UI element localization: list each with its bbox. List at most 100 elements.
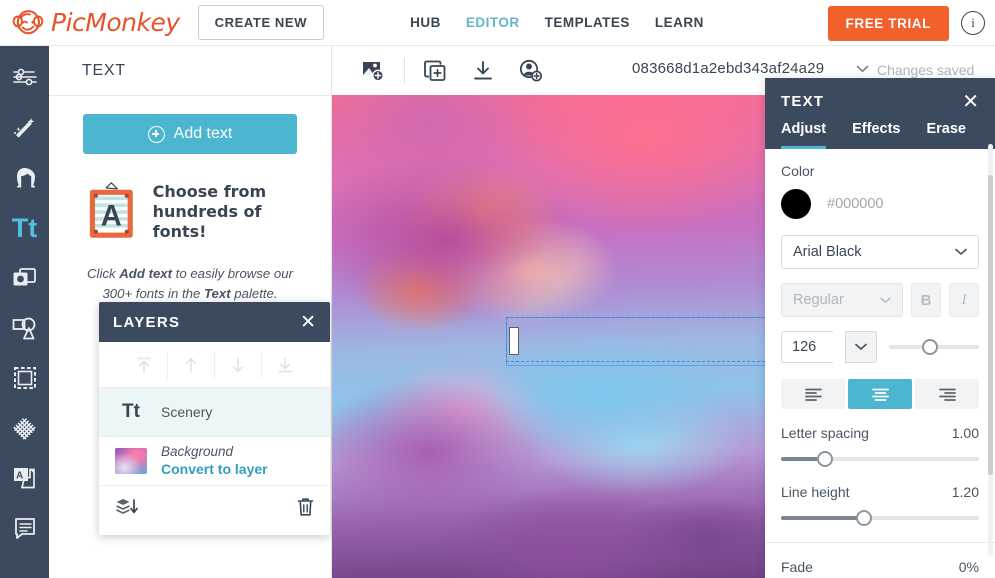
convert-to-layer-link[interactable]: Convert to layer bbox=[161, 461, 268, 477]
topbar-right-group: FREE TRIAL i bbox=[827, 0, 985, 46]
chevron-down-icon[interactable] bbox=[856, 65, 869, 73]
duplicate-button[interactable] bbox=[411, 51, 459, 91]
tool-rail: Tt A bbox=[0, 46, 49, 578]
add-text-button[interactable]: Add text bbox=[83, 114, 297, 154]
main-nav: HUB EDITOR TEMPLATES LEARN bbox=[410, 15, 704, 30]
filename-label[interactable]: 083668d1a2ebd343af24a29 bbox=[632, 60, 824, 77]
share-collaborator-icon bbox=[519, 59, 542, 82]
line-height-label: Line height bbox=[781, 484, 850, 500]
chevron-down-icon bbox=[880, 297, 891, 303]
logo[interactable]: PicMonkey bbox=[0, 8, 180, 37]
nav-item-hub[interactable]: HUB bbox=[410, 15, 441, 30]
align-center-button[interactable] bbox=[848, 379, 912, 409]
panel-scrollbar-thumb[interactable] bbox=[988, 175, 993, 475]
sidebar-item-graphics[interactable] bbox=[5, 310, 45, 346]
close-icon[interactable]: ✕ bbox=[962, 91, 979, 111]
font-family-select[interactable]: Arial Black bbox=[781, 235, 979, 269]
overlay-photo-icon bbox=[13, 267, 36, 285]
svg-text:A: A bbox=[16, 471, 23, 482]
letter-spacing-label: Letter spacing bbox=[781, 425, 869, 441]
promo-line-1: Choose from bbox=[152, 182, 267, 201]
font-family-value: Arial Black bbox=[793, 244, 862, 260]
sidebar-item-adjust[interactable] bbox=[5, 60, 45, 96]
trash-icon bbox=[297, 498, 314, 516]
text-tt-icon: Tt bbox=[11, 212, 38, 243]
picmonkey-editor: PicMonkey CREATE NEW HUB EDITOR TEMPLATE… bbox=[0, 0, 995, 578]
flatten-layers-icon bbox=[116, 499, 138, 514]
adjust-icon bbox=[12, 68, 37, 86]
slider-knob[interactable] bbox=[856, 510, 873, 526]
text-properties-title-row: TEXT ✕ bbox=[765, 78, 995, 111]
color-swatch[interactable] bbox=[781, 189, 811, 219]
sidebar-item-photos[interactable] bbox=[5, 260, 45, 296]
sidebar-item-notes[interactable] bbox=[5, 510, 45, 546]
free-trial-button[interactable]: FREE TRIAL bbox=[827, 5, 949, 41]
italic-button[interactable]: I bbox=[949, 283, 979, 317]
nav-item-editor[interactable]: EDITOR bbox=[466, 15, 520, 30]
layer-row-background[interactable]: Background Convert to layer bbox=[99, 437, 330, 486]
layers-panel-header: LAYERS ✕ bbox=[99, 302, 330, 342]
align-left-button[interactable] bbox=[781, 379, 845, 409]
line-height-head: Line height 1.20 bbox=[781, 484, 979, 500]
bring-to-front-icon bbox=[136, 357, 151, 373]
share-collaborator-button[interactable] bbox=[507, 51, 555, 91]
color-hex-value[interactable]: #000000 bbox=[827, 196, 883, 212]
add-image-button[interactable] bbox=[350, 51, 398, 91]
top-navigation-bar: PicMonkey CREATE NEW HUB EDITOR TEMPLATE… bbox=[0, 0, 995, 46]
sidebar-item-themes[interactable]: A bbox=[5, 460, 45, 496]
download-button[interactable] bbox=[459, 51, 507, 91]
delete-layer-button[interactable] bbox=[297, 497, 314, 522]
bring-to-front-button[interactable] bbox=[121, 351, 168, 378]
sidebar-item-frames[interactable] bbox=[5, 360, 45, 396]
nav-item-templates[interactable]: TEMPLATES bbox=[545, 15, 630, 30]
align-right-button[interactable] bbox=[915, 379, 979, 409]
slider-knob[interactable] bbox=[816, 451, 833, 467]
send-backward-button[interactable] bbox=[215, 351, 262, 378]
fonts-promo: A Choose from hundreds of fonts! bbox=[83, 176, 297, 248]
layer-row-scenery[interactable]: Tt Scenery bbox=[99, 388, 330, 437]
line-height-slider[interactable] bbox=[781, 509, 979, 527]
fade-head: Fade 0% bbox=[781, 559, 979, 575]
text-alignment-group bbox=[781, 379, 979, 409]
font-size-dropdown-button[interactable] bbox=[845, 331, 877, 363]
letter-spacing-slider[interactable] bbox=[781, 450, 979, 468]
tab-adjust[interactable]: Adjust bbox=[781, 121, 827, 149]
layer-order-toolbar bbox=[99, 342, 330, 388]
font-size-input[interactable]: 126 bbox=[781, 331, 833, 363]
tab-effects[interactable]: Effects bbox=[852, 121, 900, 149]
font-style-select[interactable]: Regular bbox=[781, 283, 903, 317]
duplicate-icon bbox=[423, 60, 445, 81]
send-to-back-button[interactable] bbox=[262, 352, 309, 378]
slider-knob[interactable] bbox=[922, 339, 939, 355]
sidebar-item-textures[interactable] bbox=[5, 410, 45, 446]
tab-erase[interactable]: Erase bbox=[926, 121, 966, 149]
nav-item-learn[interactable]: LEARN bbox=[655, 15, 704, 30]
add-image-icon bbox=[363, 61, 384, 81]
fonts-hint: Click Add text to easily browse our 300+… bbox=[83, 264, 297, 304]
slider-fill bbox=[781, 516, 865, 520]
text-properties-body: Color #000000 Arial Black Regular B I 12… bbox=[765, 149, 995, 578]
create-new-button[interactable]: CREATE NEW bbox=[197, 5, 325, 40]
flatten-layers-button[interactable] bbox=[115, 497, 139, 522]
align-right-icon bbox=[938, 388, 956, 401]
sidebar-item-text[interactable]: Tt bbox=[5, 210, 45, 246]
monkey-logo-icon bbox=[12, 9, 44, 34]
layers-panel: LAYERS ✕ Tt Scenery Background Convert t… bbox=[99, 302, 330, 535]
toolbar-separator bbox=[404, 57, 405, 84]
close-icon[interactable]: ✕ bbox=[300, 312, 316, 332]
sidebar-item-touchup[interactable] bbox=[5, 110, 45, 146]
layer-thumbnail bbox=[115, 448, 147, 474]
info-icon[interactable]: i bbox=[961, 11, 985, 35]
resize-handle-left[interactable] bbox=[509, 327, 519, 355]
download-icon bbox=[474, 60, 492, 79]
textures-icon bbox=[13, 417, 36, 440]
bring-forward-button[interactable] bbox=[168, 351, 215, 378]
hint-pre: Click bbox=[87, 266, 120, 281]
chevron-down-icon bbox=[955, 248, 967, 255]
sidebar-item-face[interactable] bbox=[5, 160, 45, 196]
font-size-slider[interactable] bbox=[889, 338, 979, 356]
section-divider bbox=[765, 542, 995, 543]
send-backward-icon bbox=[232, 356, 243, 372]
bold-button[interactable]: B bbox=[911, 283, 941, 317]
text-panel-header: TEXT bbox=[49, 46, 331, 96]
